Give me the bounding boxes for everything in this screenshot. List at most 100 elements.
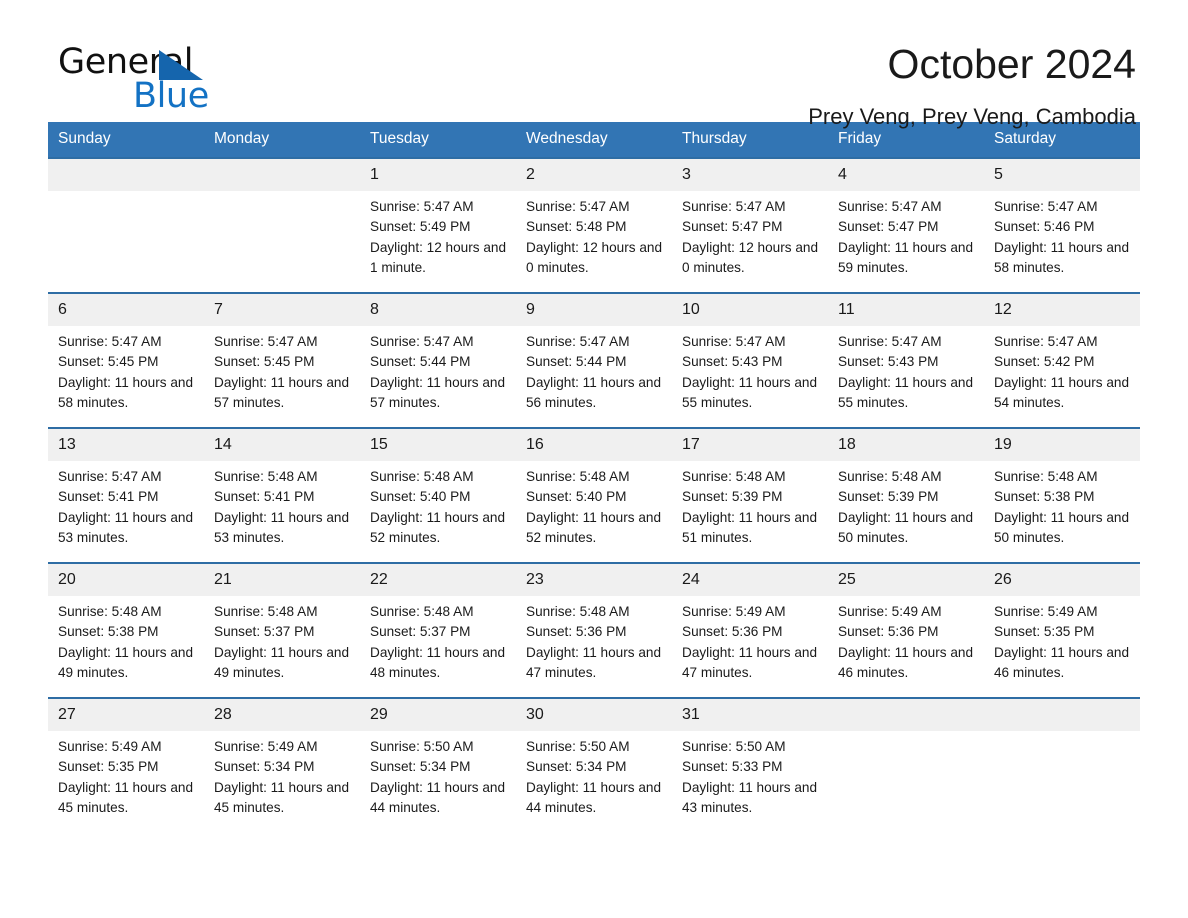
daylight-text: Daylight: 11 hours and 49 minutes. bbox=[58, 644, 194, 680]
sunset-text: Sunset: 5:37 PM bbox=[214, 624, 315, 640]
logo-text-blue: Blue bbox=[133, 76, 209, 116]
day-details: Sunrise: 5:47 AM Sunset: 5:47 PM Daylight:… bbox=[828, 191, 984, 278]
day-details: Sunrise: 5:48 AM Sunset: 5:39 PM Daylight:… bbox=[828, 461, 984, 548]
sunrise-text: Sunrise: 5:50 AM bbox=[370, 739, 474, 754]
calendar-day-cell[interactable]: 16 Sunrise: 5:48 AM Sunset: 5:40 PM Dayligh… bbox=[516, 427, 672, 563]
calendar-day-cell[interactable]: 11 Sunrise: 5:47 AM Sunset: 5:43 PM Dayligh… bbox=[828, 292, 984, 428]
daylight-text: Daylight: 11 hours and 58 minutes. bbox=[58, 374, 194, 410]
sunset-text: Sunset: 5:36 PM bbox=[838, 624, 939, 640]
sunrise-text: Sunrise: 5:47 AM bbox=[58, 469, 162, 484]
calendar-day-cell[interactable]: 21 Sunrise: 5:48 AM Sunset: 5:37 PM Dayligh… bbox=[204, 562, 360, 698]
day-number: 26 bbox=[984, 564, 1140, 596]
sunrise-text: Sunrise: 5:48 AM bbox=[682, 469, 786, 484]
calendar-day-cell[interactable]: 15 Sunrise: 5:48 AM Sunset: 5:40 PM Dayligh… bbox=[360, 427, 516, 563]
daylight-text: Daylight: 11 hours and 58 minutes. bbox=[994, 239, 1130, 275]
calendar-day-cell[interactable]: 27 Sunrise: 5:49 AM Sunset: 5:35 PM Dayligh… bbox=[48, 697, 204, 833]
daylight-text: Daylight: 11 hours and 52 minutes. bbox=[370, 509, 506, 545]
daylight-text: Daylight: 11 hours and 44 minutes. bbox=[370, 779, 506, 815]
calendar-day-cell[interactable]: 4 Sunrise: 5:47 AM Sunset: 5:47 PM Daylight… bbox=[828, 157, 984, 293]
calendar-day-cell[interactable]: 13 Sunrise: 5:47 AM Sunset: 5:41 PM Dayligh… bbox=[48, 427, 204, 563]
daylight-text: Daylight: 11 hours and 49 minutes. bbox=[214, 644, 350, 680]
day-details: Sunrise: 5:48 AM Sunset: 5:39 PM Daylight:… bbox=[672, 461, 828, 548]
sunrise-text: Sunrise: 5:48 AM bbox=[370, 604, 474, 619]
calendar-page: General Blue October 2024 Prey Veng, Pre… bbox=[0, 0, 1188, 918]
sunset-text: Sunset: 5:44 PM bbox=[526, 354, 627, 370]
calendar-day-cell[interactable]: 19 Sunrise: 5:48 AM Sunset: 5:38 PM Dayligh… bbox=[984, 427, 1140, 563]
sunset-text: Sunset: 5:34 PM bbox=[526, 759, 627, 775]
calendar-day-cell[interactable]: 23 Sunrise: 5:48 AM Sunset: 5:36 PM Dayligh… bbox=[516, 562, 672, 698]
calendar-day-cell[interactable]: 1 Sunrise: 5:47 AM Sunset: 5:49 PM Daylight… bbox=[360, 157, 516, 293]
calendar-day-cell[interactable]: 24 Sunrise: 5:49 AM Sunset: 5:36 PM Dayligh… bbox=[672, 562, 828, 698]
sunrise-text: Sunrise: 5:47 AM bbox=[58, 334, 162, 349]
day-details: Sunrise: 5:49 AM Sunset: 5:36 PM Daylight:… bbox=[828, 596, 984, 683]
sunset-text: Sunset: 5:36 PM bbox=[682, 624, 783, 640]
calendar-day-cell[interactable]: 22 Sunrise: 5:48 AM Sunset: 5:37 PM Dayligh… bbox=[360, 562, 516, 698]
day-details: Sunrise: 5:49 AM Sunset: 5:35 PM Daylight:… bbox=[48, 731, 204, 818]
sunrise-text: Sunrise: 5:47 AM bbox=[370, 199, 474, 214]
calendar-day-cell[interactable]: 8 Sunrise: 5:47 AM Sunset: 5:44 PM Daylight… bbox=[360, 292, 516, 428]
day-number bbox=[828, 699, 984, 731]
sunrise-text: Sunrise: 5:48 AM bbox=[526, 604, 630, 619]
daylight-text: Daylight: 11 hours and 51 minutes. bbox=[682, 509, 818, 545]
sunset-text: Sunset: 5:41 PM bbox=[58, 489, 159, 505]
day-details: Sunrise: 5:48 AM Sunset: 5:41 PM Daylight:… bbox=[204, 461, 360, 548]
generalblue-logo[interactable]: General Blue bbox=[58, 42, 258, 118]
day-details: Sunrise: 5:47 AM Sunset: 5:42 PM Daylight:… bbox=[984, 326, 1140, 413]
day-details: Sunrise: 5:47 AM Sunset: 5:46 PM Daylight:… bbox=[984, 191, 1140, 278]
sunrise-text: Sunrise: 5:48 AM bbox=[58, 604, 162, 619]
day-details: Sunrise: 5:48 AM Sunset: 5:40 PM Daylight:… bbox=[360, 461, 516, 548]
calendar-day-cell[interactable]: 25 Sunrise: 5:49 AM Sunset: 5:36 PM Dayligh… bbox=[828, 562, 984, 698]
daylight-text: Daylight: 11 hours and 45 minutes. bbox=[214, 779, 350, 815]
calendar-day-cell[interactable]: 29 Sunrise: 5:50 AM Sunset: 5:34 PM Dayligh… bbox=[360, 697, 516, 833]
day-number: 3 bbox=[672, 159, 828, 191]
sunset-text: Sunset: 5:39 PM bbox=[682, 489, 783, 505]
day-details: Sunrise: 5:48 AM Sunset: 5:40 PM Daylight:… bbox=[516, 461, 672, 548]
day-number: 28 bbox=[204, 699, 360, 731]
day-number: 9 bbox=[516, 294, 672, 326]
day-number bbox=[48, 159, 204, 191]
sunrise-text: Sunrise: 5:49 AM bbox=[994, 604, 1098, 619]
sunrise-text: Sunrise: 5:48 AM bbox=[214, 469, 318, 484]
sunrise-text: Sunrise: 5:49 AM bbox=[214, 739, 318, 754]
calendar-day-cell[interactable]: 9 Sunrise: 5:47 AM Sunset: 5:44 PM Daylight… bbox=[516, 292, 672, 428]
calendar-day-cell[interactable]: 5 Sunrise: 5:47 AM Sunset: 5:46 PM Daylight… bbox=[984, 157, 1140, 293]
daylight-text: Daylight: 11 hours and 56 minutes. bbox=[526, 374, 662, 410]
calendar-day-cell[interactable]: 7 Sunrise: 5:47 AM Sunset: 5:45 PM Daylight… bbox=[204, 292, 360, 428]
calendar-day-cell[interactable]: 3 Sunrise: 5:47 AM Sunset: 5:47 PM Daylight… bbox=[672, 157, 828, 293]
daylight-text: Daylight: 11 hours and 55 minutes. bbox=[838, 374, 974, 410]
calendar-day-cell[interactable]: 26 Sunrise: 5:49 AM Sunset: 5:35 PM Dayligh… bbox=[984, 562, 1140, 698]
day-details: Sunrise: 5:50 AM Sunset: 5:34 PM Daylight:… bbox=[516, 731, 672, 818]
calendar-day-cell[interactable]: 28 Sunrise: 5:49 AM Sunset: 5:34 PM Dayligh… bbox=[204, 697, 360, 833]
daylight-text: Daylight: 11 hours and 47 minutes. bbox=[682, 644, 818, 680]
day-number: 4 bbox=[828, 159, 984, 191]
daylight-text: Daylight: 11 hours and 46 minutes. bbox=[994, 644, 1130, 680]
day-details: Sunrise: 5:50 AM Sunset: 5:34 PM Daylight:… bbox=[360, 731, 516, 818]
sunset-text: Sunset: 5:47 PM bbox=[682, 219, 783, 235]
calendar-day-cell[interactable]: 6 Sunrise: 5:47 AM Sunset: 5:45 PM Daylight… bbox=[48, 292, 204, 428]
day-details: Sunrise: 5:47 AM Sunset: 5:45 PM Daylight:… bbox=[204, 326, 360, 413]
day-number: 25 bbox=[828, 564, 984, 596]
calendar-day-cell[interactable]: 10 Sunrise: 5:47 AM Sunset: 5:43 PM Dayligh… bbox=[672, 292, 828, 428]
day-number: 15 bbox=[360, 429, 516, 461]
day-number: 17 bbox=[672, 429, 828, 461]
calendar-day-cell[interactable]: 30 Sunrise: 5:50 AM Sunset: 5:34 PM Dayligh… bbox=[516, 697, 672, 833]
daylight-text: Daylight: 11 hours and 57 minutes. bbox=[370, 374, 506, 410]
calendar-day-cell[interactable]: 12 Sunrise: 5:47 AM Sunset: 5:42 PM Dayligh… bbox=[984, 292, 1140, 428]
sunrise-text: Sunrise: 5:47 AM bbox=[994, 334, 1098, 349]
calendar-day-cell[interactable]: 2 Sunrise: 5:47 AM Sunset: 5:48 PM Daylight… bbox=[516, 157, 672, 293]
calendar-day-cell[interactable]: 18 Sunrise: 5:48 AM Sunset: 5:39 PM Dayligh… bbox=[828, 427, 984, 563]
day-details: Sunrise: 5:47 AM Sunset: 5:41 PM Daylight:… bbox=[48, 461, 204, 548]
calendar-day-cell-empty bbox=[828, 697, 984, 833]
daylight-text: Daylight: 11 hours and 53 minutes. bbox=[58, 509, 194, 545]
page-header: General Blue October 2024 Prey Veng, Pre… bbox=[48, 0, 1140, 129]
day-details: Sunrise: 5:49 AM Sunset: 5:34 PM Daylight:… bbox=[204, 731, 360, 818]
calendar-day-cell[interactable]: 17 Sunrise: 5:48 AM Sunset: 5:39 PM Dayligh… bbox=[672, 427, 828, 563]
calendar-day-cell[interactable]: 14 Sunrise: 5:48 AM Sunset: 5:41 PM Dayligh… bbox=[204, 427, 360, 563]
day-details: Sunrise: 5:48 AM Sunset: 5:38 PM Daylight:… bbox=[984, 461, 1140, 548]
daylight-text: Daylight: 11 hours and 47 minutes. bbox=[526, 644, 662, 680]
day-number: 6 bbox=[48, 294, 204, 326]
day-number: 24 bbox=[672, 564, 828, 596]
calendar-day-cell[interactable]: 20 Sunrise: 5:48 AM Sunset: 5:38 PM Dayligh… bbox=[48, 562, 204, 698]
calendar-day-cell[interactable]: 31 Sunrise: 5:50 AM Sunset: 5:33 PM Dayligh… bbox=[672, 697, 828, 833]
calendar-week-row: 20 Sunrise: 5:48 AM Sunset: 5:38 PM Dayligh… bbox=[48, 562, 1140, 698]
